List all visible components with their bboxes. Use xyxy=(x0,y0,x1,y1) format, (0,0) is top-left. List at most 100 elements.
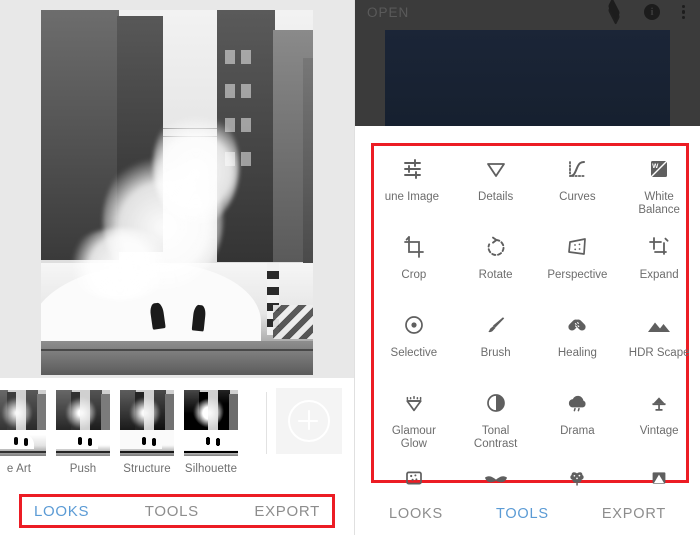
details-icon xyxy=(484,154,508,184)
look-thumbnail-2[interactable]: Structure xyxy=(120,390,174,475)
right-bottom-nav: LOOKS TOOLS EXPORT xyxy=(355,492,700,535)
looks-thumbnails: e Art Push Structure Silhouette xyxy=(0,390,238,475)
layers-icon[interactable] xyxy=(606,0,622,26)
look-thumbnail-3[interactable]: Silhouette xyxy=(184,390,238,475)
info-icon[interactable]: i xyxy=(644,4,660,20)
double-exposure-icon xyxy=(647,466,671,490)
tool-label: HDR Scape xyxy=(628,347,690,359)
building-right-far xyxy=(303,58,313,264)
tool-vintage[interactable]: Vintage xyxy=(618,378,700,456)
look-thumbnail-0[interactable]: e Art xyxy=(0,390,46,475)
left-nav-export[interactable]: EXPORT xyxy=(254,503,320,520)
dimmed-photo-preview[interactable] xyxy=(385,30,670,126)
tool-label: Drama xyxy=(560,425,595,437)
construction-barrier xyxy=(273,305,313,339)
hdr-scape-icon xyxy=(646,310,672,340)
look-preview-0[interactable] xyxy=(0,390,46,456)
look-label-1: Push xyxy=(69,463,97,475)
grainy-film-icon xyxy=(402,466,426,490)
open-button[interactable]: OPEN xyxy=(367,5,409,20)
tool-details[interactable]: Details xyxy=(455,144,537,222)
tool-expand[interactable]: Expand xyxy=(618,222,700,300)
tune-image-icon xyxy=(402,154,426,184)
tool-brush[interactable]: Brush xyxy=(455,300,537,378)
look-preview-3[interactable] xyxy=(184,390,238,456)
left-bottom-nav-wrap: LOOKS TOOLS EXPORT xyxy=(0,490,355,535)
tool-label: Glamour Glow xyxy=(391,425,436,450)
tool-tune-image[interactable]: une Image xyxy=(373,144,455,222)
add-look-button[interactable] xyxy=(276,388,342,454)
tool-hdr-scape[interactable]: HDR Scape xyxy=(618,300,700,378)
steam-plume-upper xyxy=(153,106,239,226)
overflow-menu-icon[interactable] xyxy=(682,4,686,20)
glamour-glow-icon xyxy=(402,388,426,418)
look-label-2: Structure xyxy=(123,463,171,475)
tool-label: Selective xyxy=(390,347,438,359)
right-nav-looks[interactable]: LOOKS xyxy=(389,506,443,522)
photo-preview[interactable] xyxy=(41,10,313,375)
tools-grid: une Image Details Curves W B White Balan… xyxy=(373,144,700,488)
tool-healing[interactable]: Healing xyxy=(537,300,619,378)
tool-rotate[interactable]: Rotate xyxy=(455,222,537,300)
plus-icon xyxy=(288,400,330,442)
right-nav-export[interactable]: EXPORT xyxy=(602,506,666,522)
tool-lens-blur[interactable] xyxy=(537,456,619,488)
left-panel-looks-view: e Art Push Structure Silhouette LOOKS TO… xyxy=(0,0,355,535)
tool-retrolux[interactable] xyxy=(455,456,537,488)
look-label-0: e Art xyxy=(6,463,32,475)
left-nav-looks[interactable]: LOOKS xyxy=(34,503,89,520)
tool-label: Crop xyxy=(401,269,427,281)
brush-icon xyxy=(484,310,508,340)
look-preview-1[interactable] xyxy=(56,390,110,456)
look-label-3: Silhouette xyxy=(184,463,238,475)
top-bar-icons: i xyxy=(606,0,686,26)
retrolux-icon xyxy=(481,466,511,490)
steam-plume-low xyxy=(65,228,175,300)
top-bar: OPEN i xyxy=(355,0,700,26)
svg-text:W: W xyxy=(652,163,659,170)
photo-stage xyxy=(0,0,355,378)
tool-label: White Balance xyxy=(638,191,680,216)
tool-grainy-film[interactable] xyxy=(373,456,455,488)
expand-icon xyxy=(647,232,671,262)
tool-label: Details xyxy=(478,191,514,203)
tool-double-exposure[interactable] xyxy=(618,456,700,488)
tool-label: Expand xyxy=(639,269,679,281)
tool-label: une Image xyxy=(384,191,440,203)
tool-perspective[interactable]: Perspective xyxy=(537,222,619,300)
looks-thumbnail-strip: e Art Push Structure Silhouette xyxy=(0,378,355,488)
tool-label: Vintage xyxy=(639,425,679,437)
dimmed-image-area: OPEN i xyxy=(355,0,700,126)
tool-white-balance[interactable]: W B White Balance xyxy=(618,144,700,222)
tool-label: Curves xyxy=(559,191,596,203)
selective-icon xyxy=(402,310,426,340)
tool-selective[interactable]: Selective xyxy=(373,300,455,378)
lens-blur-icon xyxy=(565,466,589,490)
tool-crop[interactable]: Crop xyxy=(373,222,455,300)
right-nav-tools[interactable]: TOOLS xyxy=(496,506,549,522)
road-asphalt xyxy=(41,341,313,375)
healing-icon xyxy=(565,310,589,340)
tool-glamour-glow[interactable]: Glamour Glow xyxy=(373,378,455,456)
tool-label: Healing xyxy=(557,347,597,359)
vintage-icon xyxy=(647,388,671,418)
look-preview-2[interactable] xyxy=(120,390,174,456)
app-screenshot: e Art Push Structure Silhouette LOOKS TO… xyxy=(0,0,700,535)
look-thumbnail-1[interactable]: Push xyxy=(56,390,110,475)
curves-icon xyxy=(565,154,589,184)
tool-drama[interactable]: Drama xyxy=(537,378,619,456)
tonal-contrast-icon xyxy=(484,388,508,418)
left-nav-tools[interactable]: TOOLS xyxy=(145,503,199,520)
rotate-icon xyxy=(484,232,508,262)
tool-label: Tonal Contrast xyxy=(473,425,518,450)
strip-divider xyxy=(266,392,267,454)
drama-icon xyxy=(565,388,589,418)
tool-label: Rotate xyxy=(478,269,513,281)
tool-label: Brush xyxy=(480,347,511,359)
crop-icon xyxy=(402,232,426,262)
left-bottom-nav: LOOKS TOOLS EXPORT xyxy=(22,497,332,525)
tool-curves[interactable]: Curves xyxy=(537,144,619,222)
right-panel-tools-view: OPEN i une Image Details Curves W B Whit… xyxy=(355,0,700,535)
tools-panel: une Image Details Curves W B White Balan… xyxy=(355,126,700,490)
tool-tonal-contrast[interactable]: Tonal Contrast xyxy=(455,378,537,456)
